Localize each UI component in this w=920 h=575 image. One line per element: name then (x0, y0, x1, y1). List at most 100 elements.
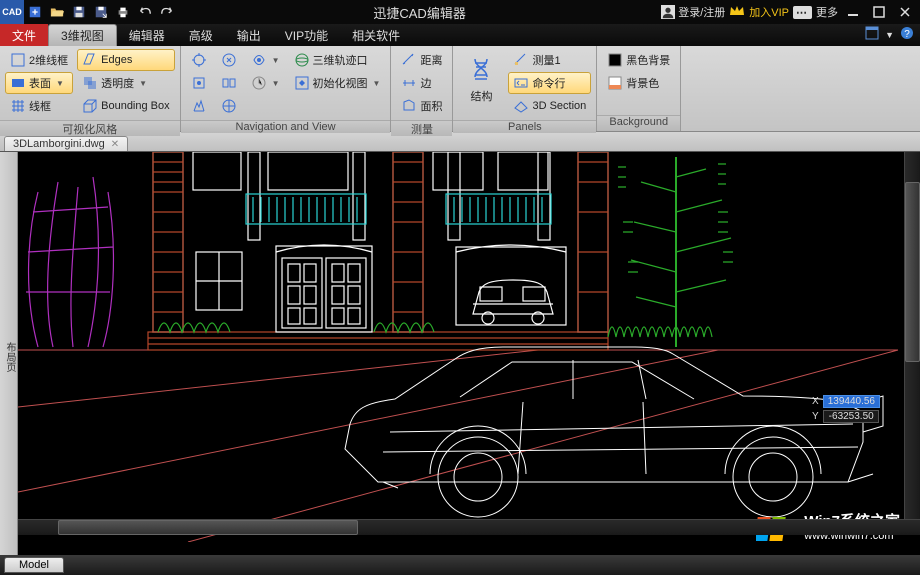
scrollbar-vertical[interactable] (904, 152, 920, 519)
drawing-canvas[interactable]: X139440.56 Y-63253.50 Win7系统之家 www.winwi… (18, 152, 920, 555)
btn-3dsection-label: 3D Section (532, 100, 586, 112)
ribbon-group-label: 测量 (391, 120, 452, 136)
title-bar: CAD 迅捷CAD编辑器 登录/注册 加入VIP ⋯ 更多 (0, 0, 920, 24)
close-button[interactable] (894, 1, 916, 23)
menu-bar: 文件 3维视图 编辑器 高级 输出 VIP功能 相关软件 ▼ ? (0, 24, 920, 46)
btn-2dwire[interactable]: 2维线框 (5, 49, 73, 71)
ribbon-group-visualstyle: 2维线框 表面▼ 线框 Edges 透明度▼ Bounding Box 可视化风… (0, 46, 181, 131)
open-button[interactable] (46, 1, 68, 23)
btn-edges[interactable]: Edges (77, 49, 175, 71)
btn-3dtrack[interactable]: 三维轨迹口 (289, 49, 386, 71)
chevron-down-icon: ▼ (139, 79, 147, 88)
btn-wireframe[interactable]: 线框 (5, 95, 73, 117)
window-icon[interactable] (865, 26, 879, 45)
btn-blackbg[interactable]: 黑色背景 (602, 49, 675, 71)
btn-edge-label: 边 (420, 75, 431, 91)
scrollbar-horizontal[interactable] (18, 519, 920, 535)
side-panel-tab[interactable]: 布局页 (0, 152, 18, 555)
nav-icon-a[interactable] (186, 49, 212, 71)
tab-advanced[interactable]: 高级 (177, 24, 225, 46)
saveas-button[interactable] (90, 1, 112, 23)
quick-access-toolbar (24, 1, 178, 23)
scrollbar-thumb[interactable] (58, 520, 358, 535)
btn-bgcolor[interactable]: 背景色 (602, 72, 675, 94)
help-icon[interactable]: ? (900, 26, 914, 45)
chevron-down-icon: ▼ (373, 79, 381, 88)
btn-edge[interactable]: 边 (396, 72, 447, 94)
nav-icon-f[interactable] (216, 95, 242, 117)
btn-initview-label: 初始化视图 (313, 75, 368, 91)
minimize-button[interactable] (842, 1, 864, 23)
btn-transparency[interactable]: 透明度 ▼ (77, 72, 175, 94)
more-label[interactable]: 更多 (816, 4, 838, 20)
tab-related[interactable]: 相关软件 (340, 24, 412, 46)
more-icon[interactable]: ⋯ (793, 6, 812, 19)
dropdown-icon[interactable]: ▼ (885, 30, 894, 40)
btn-distance-label: 距离 (420, 52, 442, 68)
btn-measure1[interactable]: 测量1 (508, 49, 591, 71)
ribbon-group-measure: 距离 边 面积 测量 (391, 46, 453, 131)
print-button[interactable] (112, 1, 134, 23)
model-tab[interactable]: Model (4, 557, 64, 573)
close-icon[interactable]: ✕ (111, 139, 119, 150)
app-title: 迅捷CAD编辑器 (178, 3, 661, 22)
tab-editor[interactable]: 编辑器 (117, 24, 177, 46)
redo-button[interactable] (156, 1, 178, 23)
canvas-area: 布局页 (0, 152, 920, 555)
new-button[interactable] (24, 1, 46, 23)
nav-icon-g[interactable]: ▼ (246, 49, 285, 71)
ribbon-group-label: Navigation and View (181, 120, 391, 133)
btn-structure-label: 结构 (470, 88, 492, 104)
tab-output[interactable]: 输出 (225, 24, 273, 46)
maximize-button[interactable] (868, 1, 890, 23)
btn-initview[interactable]: 初始化视图 ▼ (289, 72, 386, 94)
btn-surface[interactable]: 表面▼ (5, 72, 73, 94)
ribbon-group-label: 可视化风格 (0, 120, 180, 136)
btn-area[interactable]: 面积 (396, 95, 447, 117)
document-tab[interactable]: 3DLamborgini.dwg ✕ (4, 136, 128, 151)
undo-button[interactable] (134, 1, 156, 23)
btn-distance[interactable]: 距离 (396, 49, 447, 71)
btn-3dsection[interactable]: 3D Section (508, 95, 591, 117)
document-tab-label: 3DLamborgini.dwg (13, 138, 105, 150)
ribbon-group-panels: 结构 测量1 命令行 3D Section Panels (453, 46, 597, 131)
vip-link[interactable]: 加入VIP (749, 4, 789, 20)
chevron-down-icon: ▼ (272, 56, 280, 65)
nav-icon-c[interactable] (186, 95, 212, 117)
coord-y-label: Y (812, 411, 819, 422)
tab-vip[interactable]: VIP功能 (273, 24, 340, 46)
status-bar: Model (0, 555, 920, 575)
ribbon: 2维线框 表面▼ 线框 Edges 透明度▼ Bounding Box 可视化风… (0, 46, 920, 132)
btn-bbox[interactable]: Bounding Box (77, 95, 175, 117)
tab-3dview[interactable]: 3维视图 (48, 24, 117, 46)
btn-wireframe-label: 线框 (29, 98, 51, 114)
btn-cmdline[interactable]: 命令行 (508, 72, 591, 94)
btn-2dwire-label: 2维线框 (29, 52, 68, 68)
nav-icon-d[interactable] (216, 49, 242, 71)
scrollbar-thumb[interactable] (905, 182, 920, 362)
ribbon-group-label: Panels (453, 120, 596, 133)
save-button[interactable] (68, 1, 90, 23)
tab-file[interactable]: 文件 (0, 24, 48, 46)
crown-icon (729, 4, 745, 21)
btn-structure[interactable]: 结构 (458, 49, 504, 111)
ribbon-group-label: Background (597, 115, 680, 131)
ribbon-group-navigation: ▼ ▼ 三维轨迹口 初始化视图 ▼ Navigation and View (181, 46, 392, 131)
nav-icon-h[interactable]: ▼ (246, 72, 285, 94)
svg-text:?: ? (904, 29, 910, 40)
coord-y-value: -63253.50 (823, 410, 879, 423)
nav-icon-e[interactable] (216, 72, 242, 94)
btn-blackbg-label: 黑色背景 (626, 52, 670, 68)
ribbon-group-background: 黑色背景 背景色 Background (597, 46, 681, 131)
btn-bbox-label: Bounding Box (101, 100, 170, 112)
btn-edges-label: Edges (101, 54, 132, 66)
btn-bgcolor-label: 背景色 (626, 75, 659, 91)
btn-3dtrack-label: 三维轨迹口 (313, 52, 368, 68)
coord-x-label: X (812, 396, 819, 407)
chevron-down-icon: ▼ (272, 79, 280, 88)
btn-area-label: 面积 (420, 98, 442, 114)
btn-transparency-label: 透明度 (101, 75, 134, 91)
chevron-down-icon: ▼ (56, 79, 64, 88)
nav-icon-b[interactable] (186, 72, 212, 94)
login-link[interactable]: 登录/注册 (661, 4, 725, 20)
